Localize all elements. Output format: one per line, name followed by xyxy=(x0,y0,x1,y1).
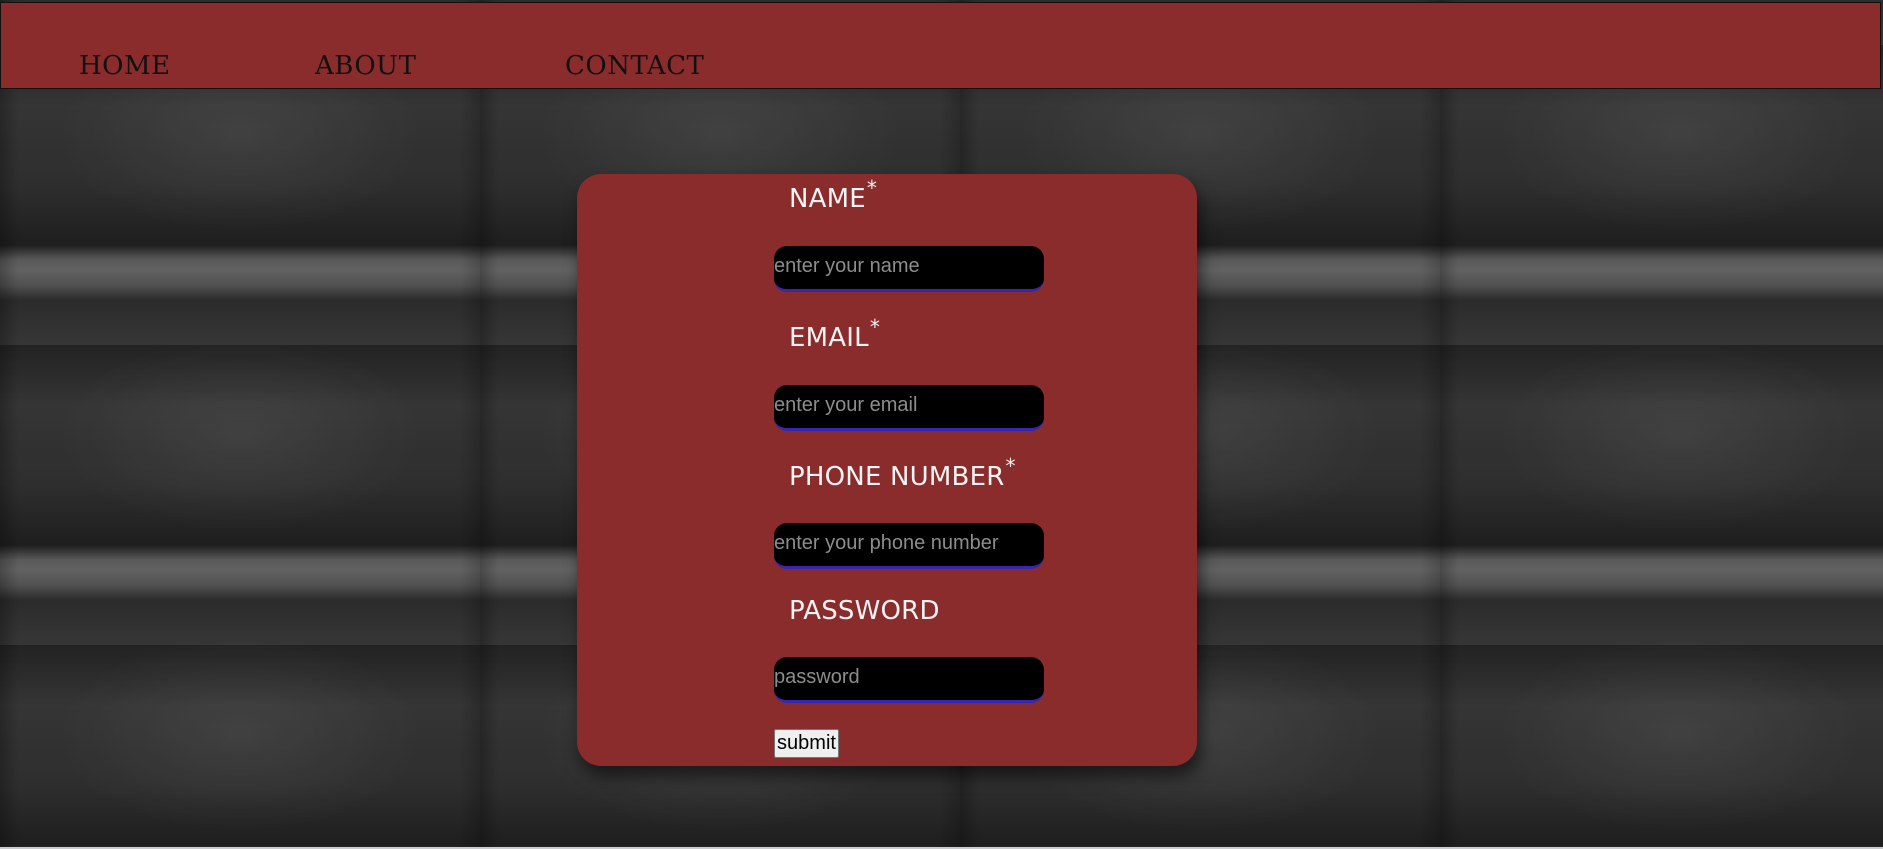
submit-button[interactable]: submit xyxy=(774,729,839,758)
required-mark: * xyxy=(869,315,881,339)
phone-label: PHONE NUMBER* xyxy=(789,454,1016,492)
signup-form: NAME* EMAIL* PHONE NUMBER* PASSWORD subm… xyxy=(577,174,1197,766)
name-input[interactable] xyxy=(774,246,1044,292)
password-label-text: PASSWORD xyxy=(789,596,940,626)
phone-input[interactable] xyxy=(774,523,1044,569)
nav-link-about[interactable]: ABOUT xyxy=(315,51,416,81)
name-label-text: NAME xyxy=(789,184,866,214)
phone-label-text: PHONE NUMBER xyxy=(789,462,1005,492)
required-mark: * xyxy=(866,176,878,200)
nav-link-contact[interactable]: CONTACT xyxy=(565,51,704,81)
name-label: NAME* xyxy=(789,176,877,214)
email-label: EMAIL* xyxy=(789,315,880,353)
password-label: PASSWORD xyxy=(789,596,940,626)
password-input[interactable] xyxy=(774,657,1044,703)
required-mark: * xyxy=(1005,454,1016,478)
email-input[interactable] xyxy=(774,385,1044,431)
top-navbar: HOME ABOUT CONTACT xyxy=(0,2,1881,89)
email-label-text: EMAIL xyxy=(789,323,869,353)
nav-link-home[interactable]: HOME xyxy=(79,51,171,81)
